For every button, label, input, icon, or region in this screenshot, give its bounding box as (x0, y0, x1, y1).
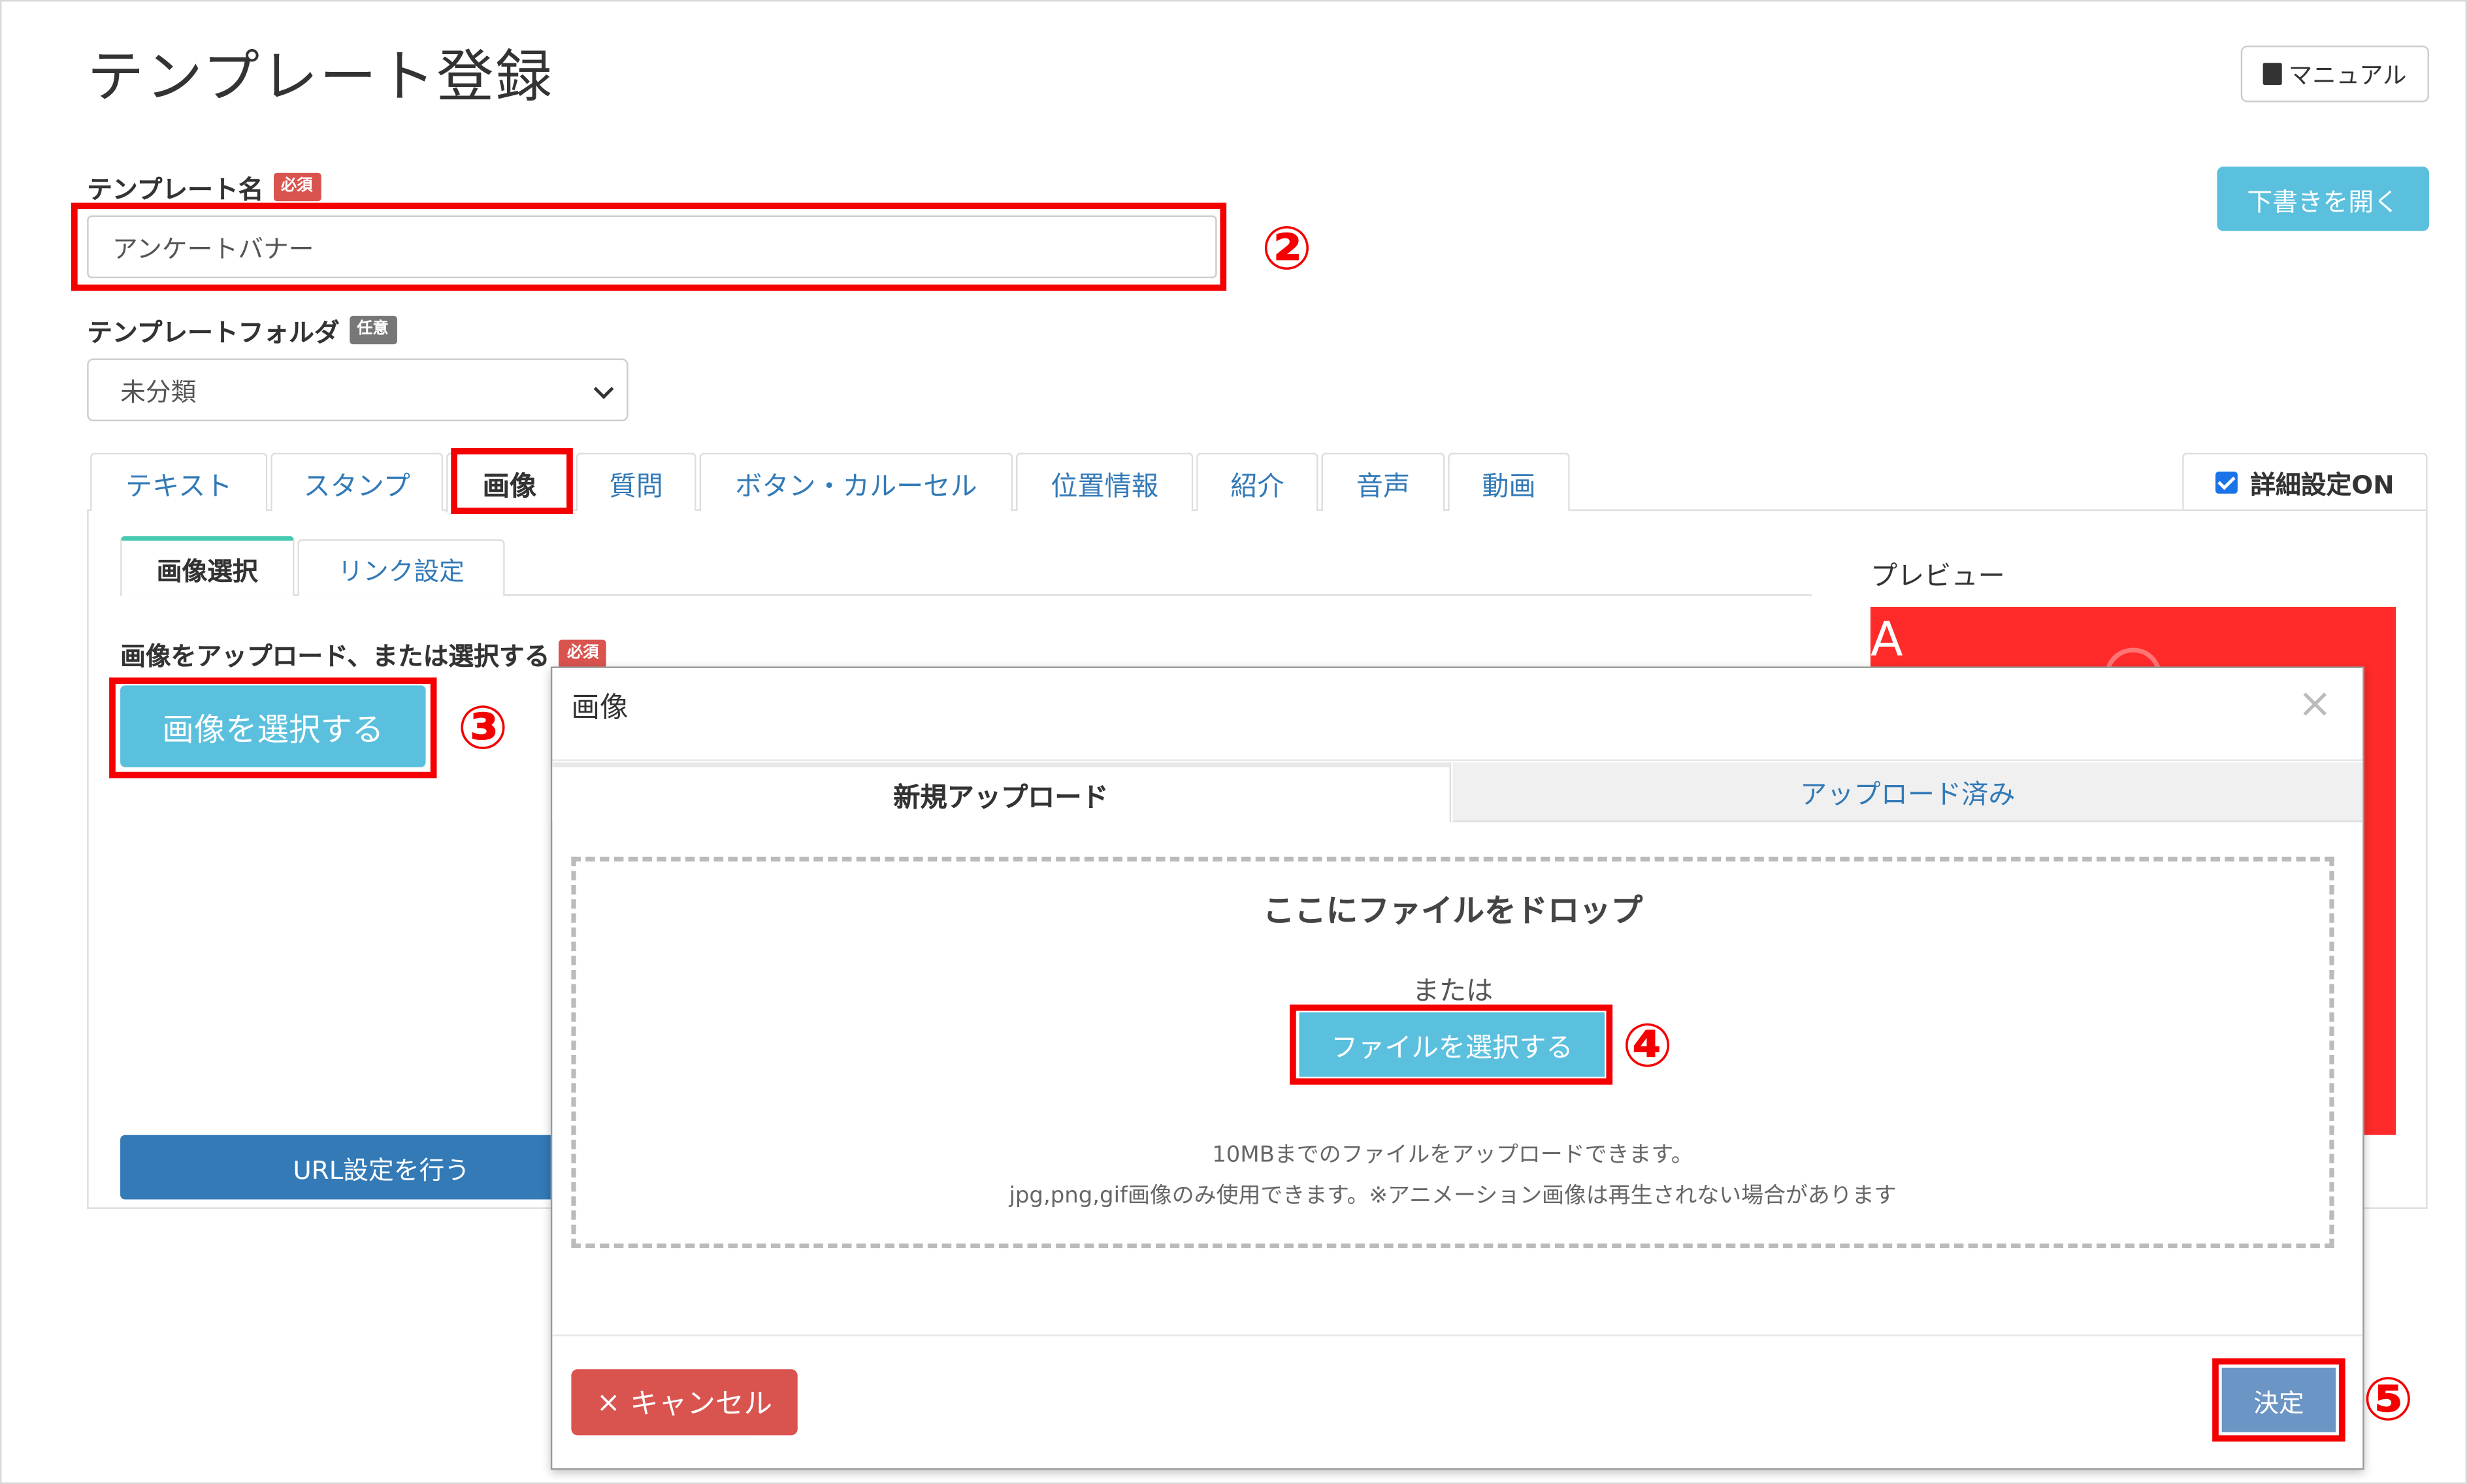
upload-label: 画像をアップロード、または選択する 必須 (120, 635, 607, 673)
highlight-box-2 (71, 202, 1227, 291)
folder-select-value: 未分類 (120, 377, 197, 408)
tab-video[interactable]: 動画 (1448, 453, 1570, 511)
manual-button[interactable]: マニュアル (2240, 45, 2429, 103)
highlight-box-4 (1290, 1004, 1613, 1085)
annotation-4: ④ (1622, 1010, 1673, 1080)
detail-settings-toggle[interactable]: 詳細設定ON (2182, 453, 2428, 509)
drop-zone-or: または (1412, 976, 1494, 1008)
chevron-down-icon (593, 379, 614, 399)
preview-label: プレビュー (1870, 561, 2005, 593)
checkbox-checked-icon[interactable] (2215, 470, 2238, 493)
detail-settings-label: 詳細設定ON (2250, 469, 2394, 500)
page-title: テンプレート登録 (87, 45, 554, 110)
annotation-2: ② (1261, 214, 1313, 283)
close-icon[interactable]: × (2298, 684, 2332, 725)
upload-label-text: 画像をアップロード、または選択する (120, 641, 550, 671)
cancel-button-label: キャンセル (630, 1388, 773, 1421)
template-folder-label-text: テンプレートフォルダ (87, 317, 340, 347)
tab-location[interactable]: 位置情報 (1016, 453, 1194, 511)
upload-size-note: 10MBまでのファイルをアップロードできます。 (1212, 1142, 1693, 1169)
modal-title: 画像 (571, 691, 629, 725)
modal-footer-line (552, 1334, 2363, 1336)
annotation-3: ③ (457, 693, 508, 763)
cancel-button[interactable]: × キャンセル (571, 1369, 798, 1436)
preview-image-text: A (1870, 613, 1903, 668)
upload-format-note: jpg,png,gif画像のみ使用できます。※アニメーション画像は再生されない場… (1009, 1184, 1897, 1209)
subtab-link-settings[interactable]: リンク設定 (297, 539, 505, 596)
close-icon-cancel: × (596, 1385, 621, 1419)
highlight-box-3 (109, 677, 437, 779)
required-badge: 必須 (272, 172, 321, 202)
open-draft-button[interactable]: 下書きを開く (2217, 167, 2429, 231)
subtab-image-select[interactable]: 画像選択 (120, 536, 295, 596)
required-badge-upload: 必須 (559, 639, 607, 668)
tab-stamp[interactable]: スタンプ (270, 453, 444, 511)
template-name-label: テンプレート名 必須 (87, 169, 321, 206)
tab-text[interactable]: テキスト (90, 453, 268, 511)
modal-tab-new-upload[interactable]: 新規アップロード (552, 762, 1452, 822)
annotation-5: ⑤ (2362, 1364, 2414, 1434)
highlight-box-image-tab (451, 447, 573, 515)
book-icon (2263, 63, 2283, 85)
tab-introduction[interactable]: 紹介 (1196, 453, 1318, 511)
folder-select[interactable]: 未分類 (87, 358, 629, 422)
manual-button-label: マニュアル (2288, 60, 2407, 89)
tab-question[interactable]: 質問 (576, 453, 696, 511)
modal-tab-uploaded[interactable]: アップロード済み (1452, 762, 2363, 822)
screen: テンプレート登録 マニュアル 下書きを開く テンプレート名 必須 ② テンプレー… (0, 0, 2467, 1484)
modal-tabs-line (552, 759, 2363, 761)
optional-badge: 任意 (349, 315, 397, 345)
tab-audio[interactable]: 音声 (1321, 453, 1445, 511)
template-folder-label: テンプレートフォルダ 任意 (87, 312, 397, 349)
highlight-box-5 (2212, 1358, 2345, 1442)
tab-button-carousel[interactable]: ボタン・カルーセル (699, 453, 1013, 511)
template-name-label-text: テンプレート名 (87, 174, 264, 204)
drop-zone-title: ここにファイルをドロップ (1262, 891, 1643, 929)
